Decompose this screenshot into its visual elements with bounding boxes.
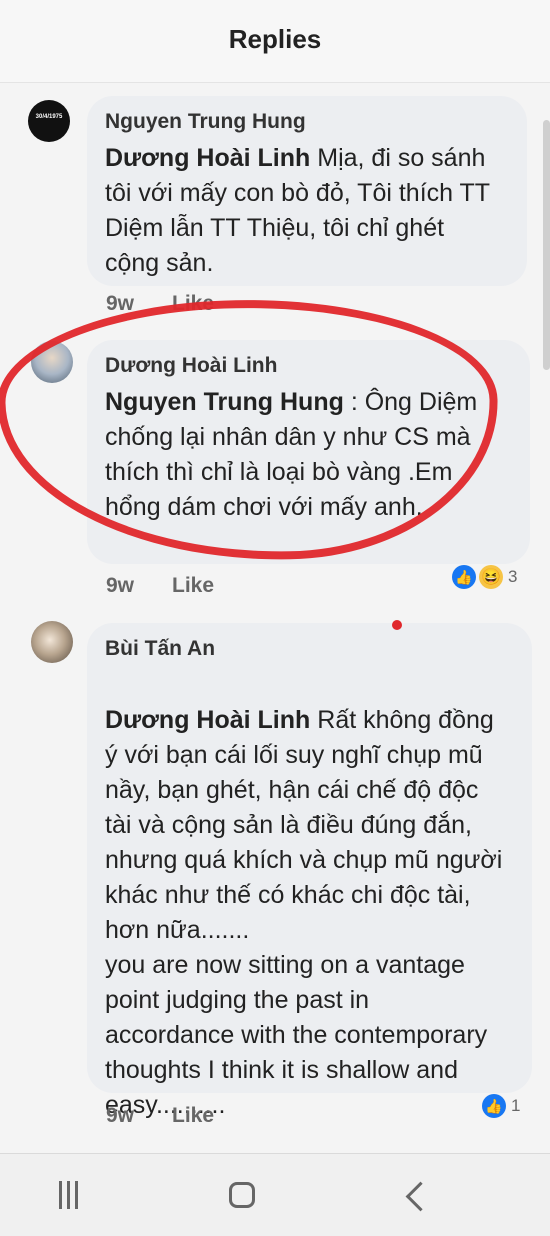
- red-dot: [392, 620, 402, 630]
- home-button[interactable]: [212, 1176, 272, 1214]
- avatar[interactable]: 30/4/1975: [28, 100, 70, 142]
- back-button[interactable]: [386, 1176, 446, 1214]
- comment-age: 9w: [106, 574, 135, 597]
- like-icon: 👍: [482, 1094, 506, 1118]
- like-button[interactable]: Like: [172, 1104, 214, 1128]
- replies-header: Replies: [0, 0, 550, 83]
- avatar[interactable]: [31, 621, 73, 663]
- comment-body: Rất không đồng ý với bạn cái lối suy ngh…: [105, 706, 503, 1119]
- comment-text: Dương Hoài Linh Rất không đồng ý với bạn…: [105, 668, 505, 1123]
- mention-link[interactable]: Nguyen Trung Hung: [105, 388, 344, 416]
- mention-link[interactable]: Dương Hoài Linh: [105, 706, 310, 734]
- mention-link[interactable]: Dương Hoài Linh: [105, 144, 310, 172]
- bottom-navigation: [0, 1153, 550, 1236]
- avatar[interactable]: [31, 341, 73, 383]
- page-title: Replies: [228, 24, 322, 54]
- back-icon: [405, 1181, 435, 1212]
- comment-age: 9w: [106, 292, 135, 315]
- comment-author[interactable]: Dương Hoài Linh: [105, 354, 277, 378]
- like-button[interactable]: Like: [172, 574, 214, 598]
- scrollbar[interactable]: [543, 120, 550, 370]
- home-icon: [229, 1182, 255, 1208]
- comment-author[interactable]: Bùi Tấn An: [105, 637, 215, 661]
- like-button[interactable]: Like: [172, 292, 214, 316]
- comment-bubble[interactable]: Bùi Tấn An Dương Hoài Linh Rất không đồn…: [87, 623, 532, 1119]
- haha-icon: 😆: [479, 565, 503, 589]
- reaction-count: 1: [511, 1096, 521, 1115]
- comment-age: 9w: [106, 1104, 135, 1127]
- comment-text: Dương Hoài Linh Mịa, đi so sánh tôi với …: [105, 141, 505, 281]
- comment-bubble[interactable]: Dương Hoài Linh Nguyen Trung Hung : Ông …: [87, 340, 530, 564]
- comment-author[interactable]: Nguyen Trung Hung: [105, 110, 306, 134]
- comment-bubble[interactable]: Nguyen Trung Hung Dương Hoài Linh Mịa, đ…: [87, 96, 527, 286]
- reaction-count: 3: [508, 567, 518, 586]
- reaction-summary[interactable]: 👍 😆 3: [452, 565, 517, 589]
- avatar-label: 30/4/1975: [35, 114, 63, 120]
- comment-text: Nguyen Trung Hung : Ông Diệm chống lại n…: [105, 385, 505, 525]
- like-icon: 👍: [452, 565, 476, 589]
- recents-button[interactable]: [38, 1176, 98, 1214]
- recents-icon: [58, 1181, 78, 1209]
- reaction-summary[interactable]: 👍 1: [482, 1094, 520, 1118]
